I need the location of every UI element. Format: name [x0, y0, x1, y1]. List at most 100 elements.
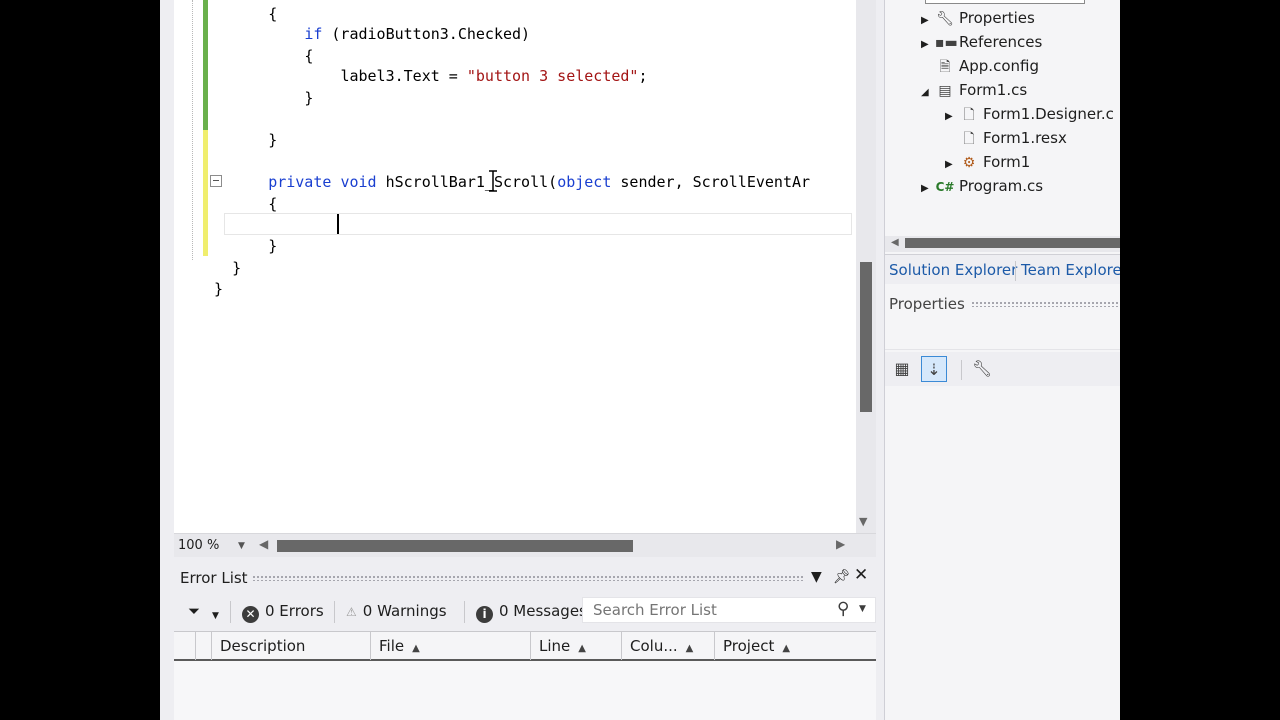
ibeam-cursor-icon	[489, 170, 497, 192]
info-icon: i	[476, 606, 493, 623]
config-file-icon: 🗎	[939, 59, 951, 75]
vertical-scroll-thumb[interactable]	[860, 262, 872, 412]
pin-icon[interactable]: 📌︎	[833, 568, 851, 586]
column-header-icon[interactable]	[174, 632, 196, 660]
wrench-icon: 🔧︎	[936, 11, 954, 27]
column-header-description[interactable]: Description	[212, 632, 371, 660]
error-list-body[interactable]	[174, 661, 876, 720]
panel-grip[interactable]	[971, 301, 1120, 307]
chevron-down-icon: ▼	[238, 541, 245, 551]
editor-bottom-bar: 100 % ▼ ◀ ▶	[174, 533, 876, 557]
error-list-titlebar: Error List ▼ 📌︎ ✕	[174, 565, 876, 591]
code-line: {	[268, 5, 278, 23]
solution-explorer-tree[interactable]: ▶ 🔧︎ Properties ▶ ▪▬References 🗎 App.config …	[885, 0, 1120, 236]
messages-toggle-button[interactable]: i0 Messages	[476, 601, 587, 623]
tree-item-references[interactable]: ▶ ▪▬References	[921, 30, 1042, 54]
scroll-right-arrow-icon[interactable]: ▶	[836, 537, 845, 551]
code-line: {	[304, 47, 314, 65]
code-line: private void hScrollBar1_Scroll(object s…	[268, 173, 811, 191]
code-line: }	[214, 280, 224, 298]
errors-toggle-button[interactable]: ✕ 0 Errors	[242, 601, 324, 623]
panel-menu-chevron-icon[interactable]: ▼	[811, 568, 822, 586]
column-header-line[interactable]: Line ▲	[531, 632, 622, 660]
expand-arrow-icon[interactable]: ▶	[921, 177, 935, 201]
zoom-combo[interactable]: 100 % ▼	[176, 537, 254, 555]
alphabetical-sort-icon[interactable]: ⇣	[921, 356, 947, 382]
csharp-file-icon: C#	[935, 180, 955, 194]
tree-item-form1-class[interactable]: ▶ ⚙ Form1	[945, 150, 1030, 174]
scroll-left-arrow-icon[interactable]: ◀	[259, 537, 268, 551]
visual-studio-window: { if (radioButton3.Checked) { label3.Tex…	[160, 0, 1120, 720]
right-tool-windows: ▶ 🔧︎ Properties ▶ ▪▬References 🗎 App.config …	[884, 0, 1120, 720]
sort-up-icon: ▲	[782, 643, 791, 654]
error-list-title: Error List	[180, 569, 248, 587]
tree-item-form1-cs[interactable]: ◢ ▤ Form1.cs	[921, 78, 1027, 102]
tree-item-properties[interactable]: ▶ 🔧︎ Properties	[921, 6, 1035, 30]
references-icon: ▪▬	[935, 35, 958, 51]
warnings-toggle-button[interactable]: ⚠ 0 Warnings	[346, 601, 447, 622]
column-header-file[interactable]: File ▲	[371, 632, 531, 660]
properties-panel: Properties ▦ ⇣ 🔧︎	[885, 290, 1120, 720]
code-line: }	[268, 237, 278, 255]
code-editor[interactable]: { if (radioButton3.Checked) { label3.Tex…	[174, 0, 876, 557]
sort-up-icon: ▲	[578, 643, 586, 654]
search-options-chevron-icon[interactable]: ▼	[859, 604, 866, 614]
properties-title: Properties	[889, 295, 965, 313]
search-input[interactable]	[591, 601, 821, 619]
error-list-panel: Error List ▼ 📌︎ ✕ ⏷ ▼ ✕ 0 Errors ⚠ 0 Warni…	[174, 565, 876, 720]
code-line: label3.Text = "button 3 selected";	[340, 67, 648, 85]
scroll-down-arrow-icon[interactable]: ▼	[859, 516, 867, 527]
collapse-arrow-icon[interactable]: ◢	[921, 81, 935, 105]
resx-file-icon: 🗋	[963, 131, 975, 147]
error-list-search[interactable]: ⚲ ▼	[582, 597, 876, 623]
column-header-marker[interactable]	[196, 632, 212, 660]
solution-explorer-hscroll[interactable]: ◀	[885, 236, 1120, 252]
sort-up-icon: ▲	[412, 643, 420, 654]
tab-solution-explorer[interactable]: Solution Explorer	[889, 259, 1017, 283]
horizontal-scroll-thumb[interactable]	[905, 238, 1120, 248]
error-icon: ✕	[242, 606, 259, 623]
class-icon: ⚙	[962, 155, 976, 171]
code-line: }	[304, 89, 314, 107]
editor-gutter	[174, 0, 222, 533]
scroll-left-arrow-icon[interactable]: ◀	[891, 237, 899, 248]
tool-window-tabs: Solution Explorer Team Explorer	[885, 254, 1120, 284]
editor-vertical-scrollbar[interactable]: ▼	[856, 0, 876, 533]
selected-node-highlight	[925, 0, 1085, 4]
tree-item-form1-resx[interactable]: 🗋 Form1.resx	[945, 126, 1067, 150]
column-header-column[interactable]: Colu... ▲	[622, 632, 715, 660]
tree-item-program-cs[interactable]: ▶ C# Program.cs	[921, 174, 1043, 198]
letterbox-right	[1120, 0, 1280, 720]
properties-object-selector[interactable]	[885, 320, 1120, 350]
horizontal-scroll-thumb[interactable]	[277, 540, 633, 552]
code-line: }	[232, 259, 242, 277]
code-line: }	[268, 131, 278, 149]
letterbox-left	[0, 0, 160, 720]
code-area[interactable]: { if (radioButton3.Checked) { label3.Tex…	[214, 0, 854, 533]
text-caret	[337, 214, 339, 234]
search-icon[interactable]: ⚲	[837, 599, 849, 619]
column-header-project[interactable]: Project ▲	[715, 632, 876, 660]
panel-grip[interactable]	[252, 575, 804, 581]
categorized-view-icon[interactable]: ▦	[889, 356, 915, 382]
tree-item-form1-designer[interactable]: ▶ 🗋 Form1.Designer.c	[945, 102, 1114, 126]
close-icon[interactable]: ✕	[854, 566, 868, 584]
tree-item-app-config[interactable]: 🗎 App.config	[921, 54, 1039, 78]
warning-icon: ⚠	[346, 605, 357, 619]
property-pages-wrench-icon[interactable]: 🔧︎	[969, 356, 995, 382]
sort-up-icon: ▲	[685, 643, 694, 654]
form-icon: ▤	[938, 83, 952, 99]
saved-changes-marker	[203, 0, 208, 130]
cs-file-icon: 🗋	[963, 107, 975, 123]
outline-guide	[192, 0, 193, 260]
tab-team-explorer[interactable]: Team Explorer	[1021, 259, 1120, 283]
filter-icon[interactable]: ⏷	[188, 601, 200, 621]
code-line: {	[268, 195, 278, 213]
properties-toolbar: ▦ ⇣ 🔧︎	[885, 352, 1120, 386]
code-line: if (radioButton3.Checked)	[304, 25, 531, 43]
filter-dropdown-chevron-icon[interactable]: ▼	[212, 606, 219, 626]
unsaved-changes-marker	[203, 130, 208, 256]
error-list-header: Description File ▲ Line ▲ Colu... ▲ Project…	[174, 631, 876, 661]
error-list-toolbar: ⏷ ▼ ✕0 Errors ⚠0 Warnings i0 Messages ⚲ …	[174, 595, 876, 627]
current-line-highlight	[224, 213, 852, 235]
